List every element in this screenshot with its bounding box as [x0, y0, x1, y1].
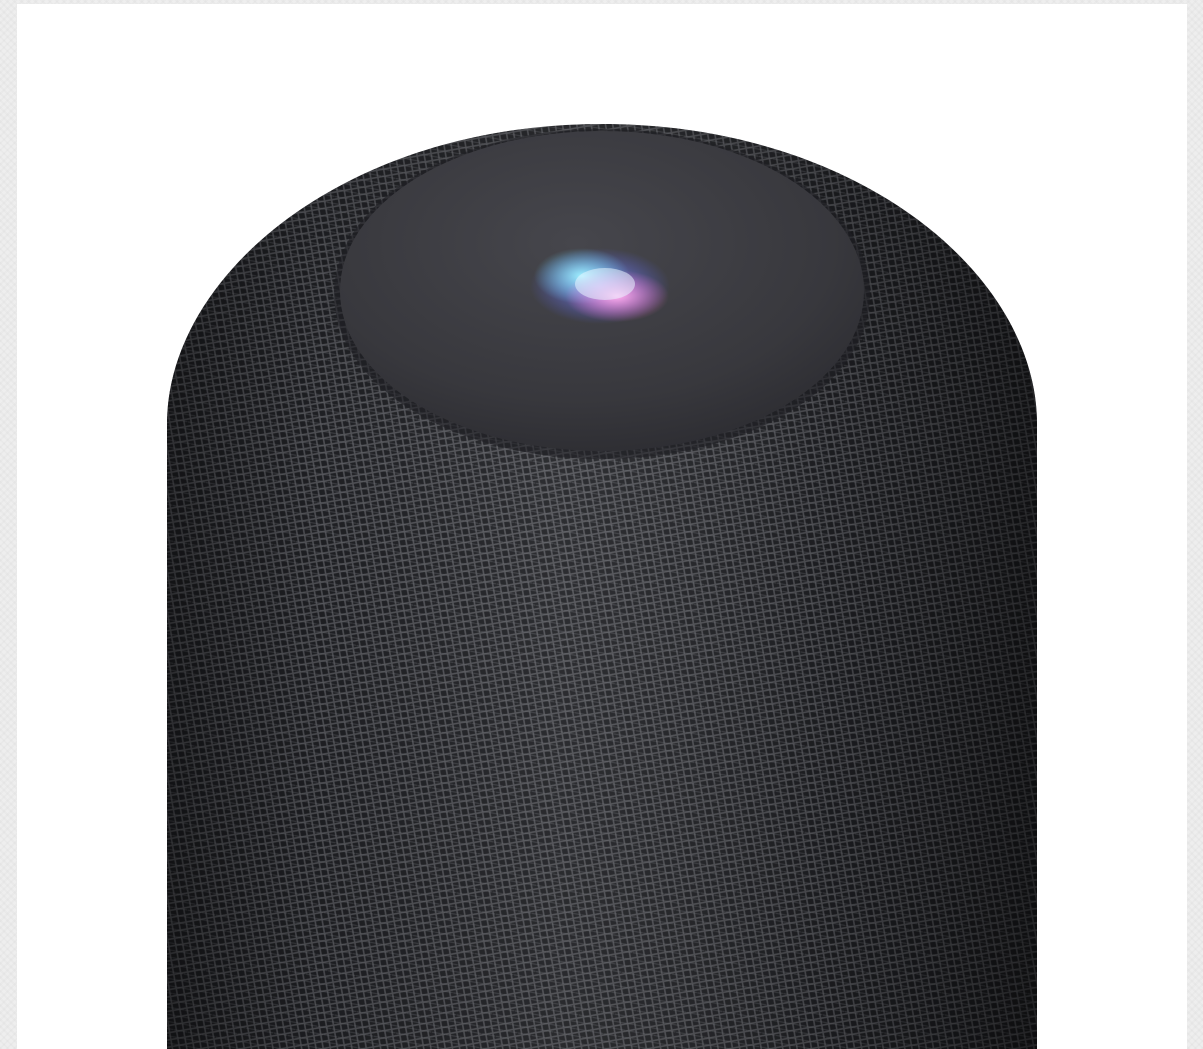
page-frame: [0, 0, 1203, 1049]
smart-speaker-illustration: [167, 124, 1037, 1049]
photo-card: [17, 4, 1187, 1049]
voice-assistant-glow-icon: [530, 248, 670, 324]
